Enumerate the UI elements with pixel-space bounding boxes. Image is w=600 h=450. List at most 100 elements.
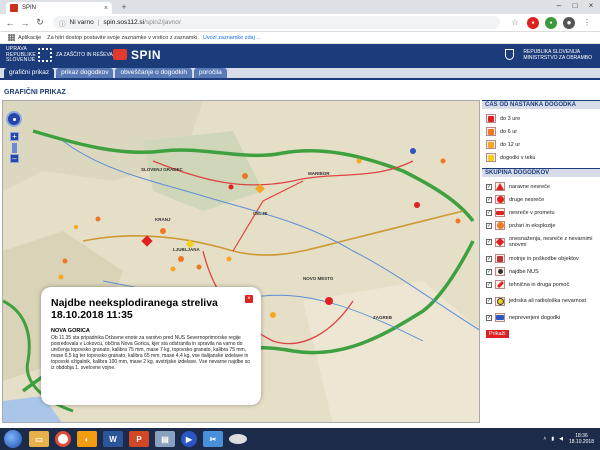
wrench-icon xyxy=(495,280,505,289)
zoom-out-button[interactable]: – xyxy=(10,154,19,163)
document-icon[interactable]: ▤ xyxy=(155,431,175,447)
time-filter-item[interactable]: do 6 ur xyxy=(482,125,600,138)
paint-icon[interactable]: ◐ xyxy=(77,431,97,447)
time-filter-item[interactable]: do 12 ur xyxy=(482,138,600,151)
import-bookmarks-link[interactable]: Uvozi zaznamke zdaj ... xyxy=(203,35,261,41)
legend-panel: ČAS OD NASTANKA DOGODKA do 3 ure do 6 ur… xyxy=(482,100,600,423)
car-icon xyxy=(495,208,505,217)
group-filter-item[interactable]: ✓ najdbe NUS xyxy=(482,265,600,278)
popup-description: Ob 11.35 sta pripadnika Državne enote za… xyxy=(51,335,250,371)
tab-graficni-prikaz[interactable]: grafični prikaz xyxy=(4,68,55,78)
media-player-icon[interactable]: ▶ xyxy=(181,431,197,447)
tab-obvescanje[interactable]: obveščanje o dogodkih xyxy=(115,68,192,78)
apps-grid-icon[interactable] xyxy=(8,34,15,41)
fire-icon xyxy=(495,221,505,230)
powerpoint-icon[interactable]: P xyxy=(129,431,149,447)
time-marker-icon xyxy=(486,140,496,149)
tools-icon[interactable]: ✂ xyxy=(203,431,223,447)
address-bar[interactable]: ⓘ Ni varno | spin.sos112.si /spin2/javno… xyxy=(53,16,500,29)
browser-tab[interactable]: SPIN × xyxy=(6,2,112,14)
tab-title: SPIN xyxy=(22,5,37,11)
circle-icon xyxy=(495,195,505,204)
zoom-slider[interactable] xyxy=(12,143,17,153)
maximize-icon[interactable]: □ xyxy=(568,1,582,10)
clock[interactable]: 18:36 18.10.2018 xyxy=(569,433,594,445)
map-label: KRANJ xyxy=(155,217,171,222)
group-filter-item[interactable]: ✓ nesreče v prometu xyxy=(482,206,600,219)
group-filter-item[interactable]: ✓ naravne nesreče xyxy=(482,180,600,193)
extension-icon[interactable]: ● xyxy=(545,16,557,29)
chevron-up-icon[interactable]: ˄ xyxy=(543,436,546,442)
group-filter-item[interactable]: ✓ druge nesreče xyxy=(482,193,600,206)
reload-icon[interactable]: ↻ xyxy=(34,17,46,28)
show-button[interactable]: Prikaži xyxy=(486,330,509,338)
group-filter-item[interactable]: ✓ nepreverjeni dogodki xyxy=(482,311,600,324)
unknown-icon xyxy=(495,313,505,322)
site-header: UPRAVA REPUBLIKE SLOVENIJE ZA ZAŠČITO IN… xyxy=(0,44,600,68)
group-filter-item[interactable]: ✓ tehnična in druga pomoč xyxy=(482,278,600,291)
page-title: GRAFIČNI PRIKAZ xyxy=(4,89,66,96)
checkbox[interactable]: ✓ xyxy=(486,281,492,288)
tab-prikaz-dogodkov[interactable]: prikaz dogodkov xyxy=(56,68,114,78)
url-host: spin.sos112.si xyxy=(103,19,145,26)
profile-icon[interactable]: ● xyxy=(563,16,575,29)
chrome-icon[interactable] xyxy=(55,431,71,447)
coat-of-arms-icon xyxy=(505,49,514,60)
checkbox[interactable]: ✓ xyxy=(486,196,492,203)
menu-icon[interactable]: ⋮ xyxy=(581,17,593,29)
zoom-in-button[interactable]: + xyxy=(10,132,19,141)
time-heading: ČAS OD NASTANKA DOGODKA xyxy=(482,100,600,109)
word-icon[interactable]: W xyxy=(103,431,123,447)
extension-adblock-icon[interactable]: ● xyxy=(527,16,539,29)
popup-location: NOVA GORICA xyxy=(51,328,90,334)
start-button[interactable] xyxy=(4,430,22,448)
main-nav: grafični prikaz prikaz dogodkov obveščan… xyxy=(0,68,600,80)
checkbox[interactable]: ✓ xyxy=(486,255,492,262)
checkbox[interactable]: ✓ xyxy=(486,209,492,216)
checkbox[interactable]: ✓ xyxy=(486,239,492,245)
network-icon[interactable]: ▮ xyxy=(551,436,554,442)
system-tray: ˄ ▮ ◀ 18:36 18.10.2018 xyxy=(543,433,600,445)
map-label: SLOVENJ GRADEC xyxy=(141,167,183,172)
org-logo-text: UPRAVA REPUBLIKE SLOVENIJE xyxy=(6,46,36,63)
file-explorer-icon[interactable]: ▭ xyxy=(29,431,49,447)
map-label: ZAGREB xyxy=(373,315,392,320)
triangle-icon xyxy=(495,182,505,191)
cloud-icon[interactable] xyxy=(229,434,247,444)
group-filter-item[interactable]: ✓ jedrska ali radiološka nevarnost xyxy=(482,291,600,311)
popup-title: Najdbe neeksplodiranega streliva xyxy=(51,297,218,309)
minimize-icon[interactable]: – xyxy=(552,1,566,10)
time-filter-item[interactable]: dogodki v teku xyxy=(482,151,600,164)
checkbox[interactable]: ✓ xyxy=(486,222,492,229)
bookmarks-bar: Aplikacije Za hitri dostop postavite svo… xyxy=(0,32,600,44)
map-view[interactable]: MARIBOR SLOVENJ GRADEC CELJE KRANJ LJUBL… xyxy=(2,100,480,423)
bomb-icon xyxy=(495,267,505,276)
close-window-icon[interactable]: × xyxy=(584,1,598,10)
map-label: CELJE xyxy=(253,211,268,216)
forward-icon[interactable]: → xyxy=(19,18,31,28)
windows-taskbar: ▭ ◐ W P ▤ ▶ ✂ ˄ ▮ ◀ 18:36 18.10.2018 xyxy=(0,428,600,450)
checkbox[interactable]: ✓ xyxy=(486,298,492,304)
close-popup-button[interactable]: × xyxy=(245,295,253,303)
spin-logo-icon xyxy=(113,49,127,60)
time-filter-item[interactable]: do 3 ure xyxy=(482,112,600,125)
close-tab-icon[interactable]: × xyxy=(104,5,108,12)
back-icon[interactable]: ← xyxy=(4,18,16,28)
security-label: Ni varno xyxy=(69,19,94,26)
bookmarks-hint: Za hitri dostop postavite svoje zaznamke… xyxy=(47,34,199,41)
new-tab-button[interactable]: + xyxy=(118,3,130,13)
apps-label[interactable]: Aplikacije xyxy=(18,35,41,41)
pan-control-icon[interactable] xyxy=(6,111,22,127)
checkbox[interactable]: ✓ xyxy=(486,314,492,321)
group-filter-item[interactable]: ✓ motnje in poškodbe objektov xyxy=(482,252,600,265)
info-icon[interactable]: ⓘ xyxy=(59,18,66,28)
group-filter-item[interactable]: ✓ onesnaženja, nesreče z nevarnimi snovm… xyxy=(482,232,600,252)
checkbox[interactable]: ✓ xyxy=(486,183,492,190)
speaker-icon[interactable]: ◀ xyxy=(559,436,563,442)
popup-datetime: 18.10.2018 11:35 xyxy=(51,309,133,321)
group-filter-item[interactable]: ✓ požari in eksplozije xyxy=(482,219,600,232)
bookmark-star-icon[interactable]: ☆ xyxy=(509,17,521,29)
tab-porocila[interactable]: poročila xyxy=(193,68,227,78)
brand-title: SPIN xyxy=(131,48,162,62)
checkbox[interactable]: ✓ xyxy=(486,268,492,275)
